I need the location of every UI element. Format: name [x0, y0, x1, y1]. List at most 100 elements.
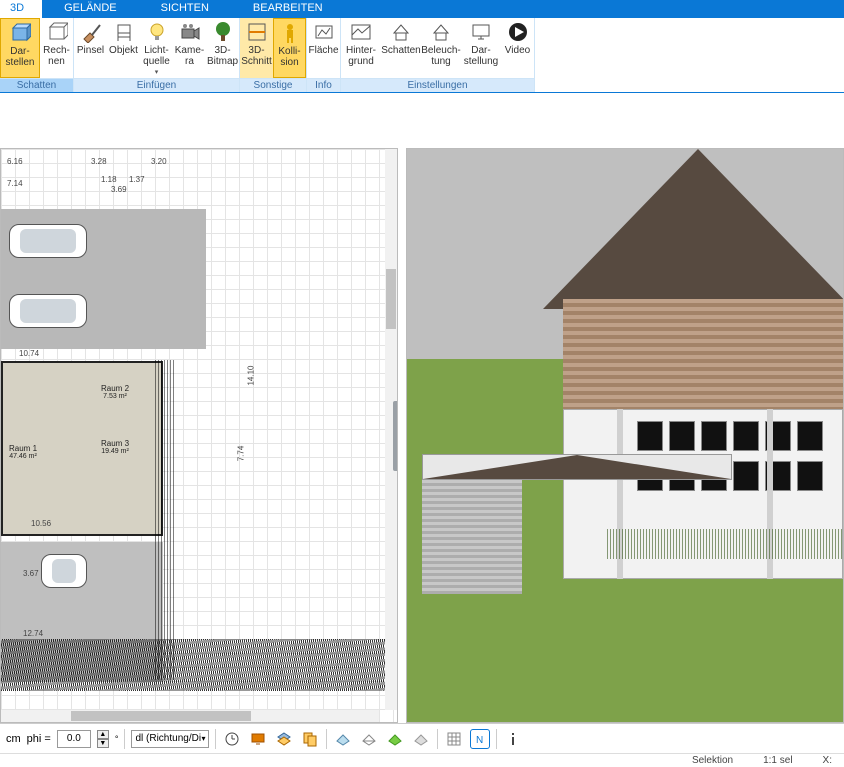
tool-hintergrund[interactable]: Hinter- grund [341, 18, 381, 78]
splitter[interactable] [393, 401, 398, 471]
room1: Raum 147.46 m² [9, 444, 37, 460]
section-icon [246, 21, 268, 43]
phi-label: phi = [27, 733, 51, 745]
dim-a: 6.16 [7, 157, 23, 166]
group-label-schatten: Schatten [0, 78, 73, 92]
tool-darstellung[interactable]: Dar- stellung [461, 18, 501, 78]
dim-l: 10.56 [31, 519, 51, 528]
tree-icon [212, 21, 234, 43]
tool-3d-bitmap[interactable]: 3D- Bitmap [206, 18, 239, 78]
carport [422, 454, 612, 594]
main-tabs: 3D GELÄNDE SICHTEN BEARBEITEN [0, 0, 844, 18]
status-selektion: Selektion [692, 755, 733, 766]
dl-dropdown[interactable]: dl (Richtung/Di▾ [131, 730, 209, 748]
landscape-icon [350, 21, 372, 43]
bottom-toolbar: cm phi = ▲ ▼ ° dl (Richtung/Di▾ N [0, 723, 844, 753]
house-shadow-icon [390, 21, 412, 43]
dim-w: 10.74 [19, 349, 39, 358]
room3: Raum 319.49 m² [101, 439, 129, 455]
btn-plane4[interactable] [411, 729, 431, 749]
svg-text:N: N [476, 735, 483, 746]
3d-view[interactable] [406, 148, 844, 723]
brush-icon [80, 21, 102, 43]
btn-north[interactable]: N [470, 729, 490, 749]
group-label-info: Info [307, 78, 340, 92]
plane4-icon [413, 731, 429, 747]
group-einstellungen: Hinter- grund Schatten Beleuch- tung Dar… [341, 18, 535, 92]
statusbar: Selektion 1:1 sel X: [0, 753, 844, 767]
plan-view[interactable]: 6.16 3.28 3.20 7.14 1.18 1.37 3.69 10.74… [0, 148, 398, 723]
group-label-einfuegen: Einfügen [74, 78, 239, 92]
house-roof [543, 149, 844, 309]
tab-gelaende[interactable]: GELÄNDE [42, 0, 139, 18]
camera-icon [179, 21, 201, 43]
btn-layers[interactable] [274, 729, 294, 749]
group-label-sonstige: Sonstige [240, 78, 306, 92]
plane3-icon [387, 731, 403, 747]
btn-clock[interactable] [222, 729, 242, 749]
tool-kamera[interactable]: Kame- ra [173, 18, 206, 78]
clock-icon [224, 731, 240, 747]
dim-m: 12.74 [23, 629, 43, 638]
area-icon [313, 21, 335, 43]
tool-darstellen[interactable]: Dar- stellen [0, 18, 40, 78]
cube-wire-icon [46, 21, 68, 43]
phi-up[interactable]: ▲ [97, 730, 109, 739]
btn-info[interactable] [503, 729, 523, 749]
unit-label: cm [6, 733, 21, 745]
carport-roof [422, 454, 732, 480]
cube-icon [9, 22, 31, 44]
phi-input[interactable] [57, 730, 91, 748]
tab-bearbeiten[interactable]: BEARBEITEN [231, 0, 345, 18]
dim-c: 3.20 [151, 157, 167, 166]
plan-car-2 [9, 294, 87, 328]
btn-screen[interactable] [248, 729, 268, 749]
bulb-icon [146, 21, 168, 43]
grass-fringe [607, 529, 843, 559]
dim-g: 3.69 [111, 185, 127, 194]
tool-3d-schnitt[interactable]: 3D- Schnitt [240, 18, 273, 78]
dim-h: 7.74 [236, 446, 245, 462]
status-coord: X: [823, 755, 832, 766]
phi-stepper[interactable]: ▲ ▼ [97, 730, 109, 748]
dim-k: 3.67 [23, 569, 39, 578]
btn-plane3[interactable] [385, 729, 405, 749]
btn-plane1[interactable] [333, 729, 353, 749]
windows-row1 [637, 421, 823, 451]
house-light-icon [430, 21, 452, 43]
plan-scroll-h[interactable] [1, 710, 379, 722]
info-icon [505, 731, 521, 747]
tool-flaeche[interactable]: Fläche [307, 18, 340, 78]
tool-video[interactable]: Video [501, 18, 534, 78]
plane2-icon [361, 731, 377, 747]
plan-hatch [155, 360, 175, 680]
tool-objekt[interactable]: Objekt [107, 18, 140, 78]
tab-sichten[interactable]: SICHTEN [139, 0, 231, 18]
tool-schatten-settings[interactable]: Schatten [381, 18, 421, 78]
plane-icon [335, 731, 351, 747]
room2: Raum 27.53 m² [101, 384, 129, 400]
plan-car-3 [41, 554, 87, 588]
tool-beleuchtung[interactable]: Beleuch- tung [421, 18, 461, 78]
btn-plane2[interactable] [359, 729, 379, 749]
dim-b: 3.28 [91, 157, 107, 166]
tool-lichtquelle[interactable]: Licht- quelle▾ [140, 18, 173, 78]
person-icon [279, 22, 301, 44]
dim-s: 14.10 [247, 365, 256, 385]
carport-wall [422, 480, 522, 594]
grid-icon [446, 731, 462, 747]
tool-rechnen[interactable]: Rech- nen [40, 18, 73, 78]
tool-pinsel[interactable]: Pinsel [74, 18, 107, 78]
plan-car-1 [9, 224, 87, 258]
btn-copy[interactable] [300, 729, 320, 749]
tab-3d[interactable]: 3D [0, 0, 42, 18]
group-schatten: Dar- stellen Rech- nen Schatten [0, 18, 74, 92]
tool-kollision[interactable]: Kolli- sion [273, 18, 306, 78]
monitor-icon [470, 21, 492, 43]
screen-icon [250, 731, 266, 747]
phi-down[interactable]: ▼ [97, 739, 109, 748]
play-icon [507, 21, 529, 43]
house-upper [563, 299, 843, 419]
dim-d: 7.14 [7, 179, 23, 188]
btn-grid[interactable] [444, 729, 464, 749]
